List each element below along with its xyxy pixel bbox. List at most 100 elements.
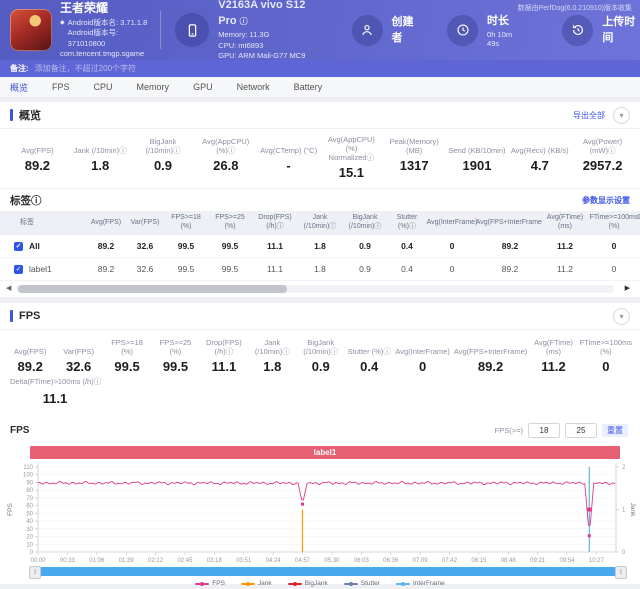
- axis-tick-label: 07:42: [442, 558, 458, 564]
- stat-item: Avg(CTemp) (°C)-: [257, 135, 320, 180]
- axis-tick-label: 03:51: [236, 558, 252, 564]
- perfdog-version-note: 数据由PerfDog(6.0.210910)版本收集: [518, 3, 632, 13]
- scroll-track[interactable]: [16, 285, 614, 293]
- tab-Memory[interactable]: Memory: [137, 82, 170, 92]
- stat-value: 26.8: [194, 158, 257, 173]
- axis-tick-label: 30: [26, 527, 33, 533]
- axis-tick-label: 80: [26, 488, 33, 494]
- stat-item: Avg(FPS)89.2: [6, 135, 69, 180]
- stat-item: Avg(AppCPU) (%) Normalizedⓘ15.1: [320, 135, 383, 180]
- legend-item-bigjank[interactable]: BigJank: [288, 580, 328, 587]
- column-header: BigJank (/10min)ⓘ: [342, 211, 388, 235]
- stat-item: BigJank (/10min)ⓘ0.9: [132, 135, 195, 180]
- phone-icon: [175, 13, 209, 47]
- column-header: 标签: [0, 211, 86, 235]
- collapse-overview-button[interactable]: ▾: [613, 107, 630, 124]
- table-row[interactable]: ✓All89.232.699.599.511.11.80.90.4089.211…: [0, 235, 640, 258]
- stat-value: 11.1: [10, 391, 100, 406]
- tab-Network[interactable]: Network: [237, 82, 270, 92]
- param-display-settings-link[interactable]: 参数显示设置: [582, 195, 630, 206]
- stat-item: Stutter (%)ⓘ0.4: [345, 336, 393, 374]
- reset-button[interactable]: 重置: [602, 424, 628, 437]
- tab-CPU[interactable]: CPU: [94, 82, 113, 92]
- cell-value: 0.4: [388, 235, 426, 258]
- axis-tick-label: 100: [23, 473, 34, 479]
- fps-chart-title: FPS: [10, 425, 29, 436]
- fps-card: FPS ▾ Avg(FPS)89.2Var(FPS)32.6FPS>=18 (%…: [0, 303, 640, 584]
- cell-value: 11.2: [542, 235, 588, 258]
- device-memory: Memory: 11.3G: [218, 30, 325, 41]
- column-header: Avg(InterFrame): [426, 211, 478, 235]
- stat-label: Avg(AppCPU) (%)ⓘ: [194, 135, 257, 155]
- stat-item: FPS>=18 (%)99.5: [103, 336, 151, 374]
- stat-value: 89.2: [452, 359, 529, 374]
- stat-label: Drop(FPS) (/h)ⓘ: [200, 336, 248, 356]
- upload-time-label: 上传时间: [602, 13, 640, 45]
- row-label: label1: [29, 264, 52, 274]
- header: 王者荣耀 ◆Android版本名: 3.71.1.8 ◆Android版本号: …: [0, 0, 640, 60]
- stat-label: Var(FPS): [54, 336, 102, 356]
- stat-value: 89.2: [6, 359, 54, 374]
- cell-value: 0.9: [342, 235, 388, 258]
- table-row[interactable]: ✓label189.232.699.599.511.11.80.90.4089.…: [0, 258, 640, 281]
- stat-value: 1.8: [248, 359, 296, 374]
- stat-value: 0: [393, 359, 451, 374]
- column-header: Var(FPS): [126, 211, 164, 235]
- legend-item-fps[interactable]: FPS: [195, 580, 225, 587]
- row-checkbox[interactable]: ✓: [14, 265, 23, 274]
- y-axis-title-left: FPS: [7, 503, 14, 516]
- cell-value: 99.5: [164, 235, 208, 258]
- stat-label: FPS>=25 (%): [151, 336, 199, 356]
- axis-tick-label: 00:00: [30, 558, 46, 564]
- cell-value: 0: [588, 258, 640, 281]
- tab-GPU[interactable]: GPU: [193, 82, 213, 92]
- axis-tick-label: 60: [26, 504, 33, 510]
- legend-item-jank[interactable]: Jank: [241, 580, 272, 587]
- remark-label: 备注:: [10, 63, 29, 74]
- stat-value: 11.2: [529, 359, 577, 374]
- remark-bar[interactable]: 备注: 添加备注，不超过200个字符: [0, 60, 640, 77]
- tab-Battery[interactable]: Battery: [294, 82, 323, 92]
- creator-label: 创建者: [392, 13, 420, 45]
- stat-value: 32.6: [54, 359, 102, 374]
- collapse-fps-button[interactable]: ▾: [613, 308, 630, 325]
- fps-threshold-low-input[interactable]: [528, 423, 560, 438]
- device-info-icon[interactable]: ⓘ: [240, 17, 248, 26]
- scroll-left-icon[interactable]: ◀: [6, 284, 11, 292]
- column-header: Jank (/10min)ⓘ: [298, 211, 342, 235]
- cell-value: 0.4: [388, 258, 426, 281]
- scroll-right-icon[interactable]: ▶: [625, 284, 630, 292]
- chart-scroll-right-handle[interactable]: ∥: [615, 566, 627, 579]
- stat-label: Avg(FPS): [6, 336, 54, 356]
- stat-label: Avg(FPS): [6, 135, 69, 155]
- stat-value: 0: [578, 359, 634, 374]
- stat-label: Jank (/10min)ⓘ: [248, 336, 296, 356]
- column-header: FPS>=18 (%): [164, 211, 208, 235]
- export-all-link[interactable]: 导出全部: [573, 110, 605, 121]
- cell-value: 99.5: [208, 235, 252, 258]
- axis-tick-label: 08:48: [501, 558, 517, 564]
- legend-item-interframe[interactable]: InterFrame: [396, 580, 445, 587]
- clock-icon: [447, 15, 478, 46]
- legend-item-stutter[interactable]: Stutter: [344, 580, 380, 587]
- axis-tick-label: 70: [26, 496, 33, 502]
- tab-概览[interactable]: 概览: [10, 81, 28, 94]
- chart-hscrollbar[interactable]: ∥ ∥: [30, 567, 626, 576]
- chart-scroll-left-handle[interactable]: ∥: [29, 566, 41, 579]
- stat-value: 2957.2: [571, 158, 634, 173]
- section-tabs: 概览 FPS CPU Memory GPU Network Battery: [0, 77, 640, 98]
- fps-threshold-high-input[interactable]: [565, 423, 597, 438]
- row-checkbox[interactable]: ✓: [14, 242, 23, 251]
- legend-marker: [288, 583, 302, 585]
- scroll-thumb[interactable]: [18, 285, 287, 293]
- cell-value: 1.8: [298, 235, 342, 258]
- creator-block: 创建者: [352, 13, 420, 47]
- app-version-code: Android版本号: 371010800: [68, 28, 151, 49]
- stat-value: 0.9: [297, 359, 345, 374]
- column-header: FTime>=100ms (%): [588, 211, 640, 235]
- stat-item: Avg(FTime) (ms)11.2: [529, 336, 577, 374]
- legend-label: BigJank: [305, 580, 328, 587]
- cell-value: 32.6: [126, 235, 164, 258]
- tab-FPS[interactable]: FPS: [52, 82, 70, 92]
- axis-tick-label: 2: [622, 465, 626, 471]
